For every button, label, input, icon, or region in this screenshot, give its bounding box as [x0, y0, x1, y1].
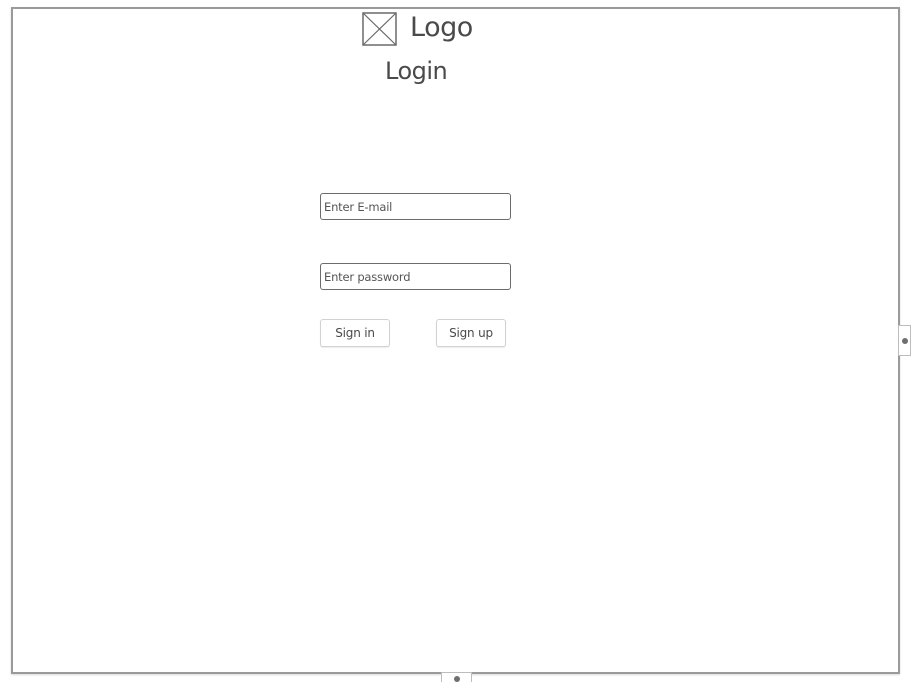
handle-dot-icon [454, 676, 460, 682]
password-field[interactable]: Enter password [320, 263, 511, 290]
handle-dot-icon [902, 338, 908, 344]
sign-up-button[interactable]: Sign up [436, 319, 506, 347]
password-placeholder: Enter password [324, 269, 411, 284]
sign-up-label: Sign up [449, 326, 493, 340]
email-placeholder: Enter E-mail [324, 199, 393, 214]
email-field[interactable]: Enter E-mail [320, 193, 511, 220]
image-placeholder-icon [362, 12, 397, 46]
logo-text: Logo [410, 12, 473, 43]
wireframe-canvas: Logo Login Enter E-mail Enter password S… [0, 0, 916, 682]
sign-in-label: Sign in [335, 326, 375, 340]
resize-handle-bottom[interactable] [441, 672, 472, 682]
page-title: Login [385, 57, 448, 85]
resize-handle-right[interactable] [898, 325, 911, 356]
sign-in-button[interactable]: Sign in [320, 319, 390, 347]
